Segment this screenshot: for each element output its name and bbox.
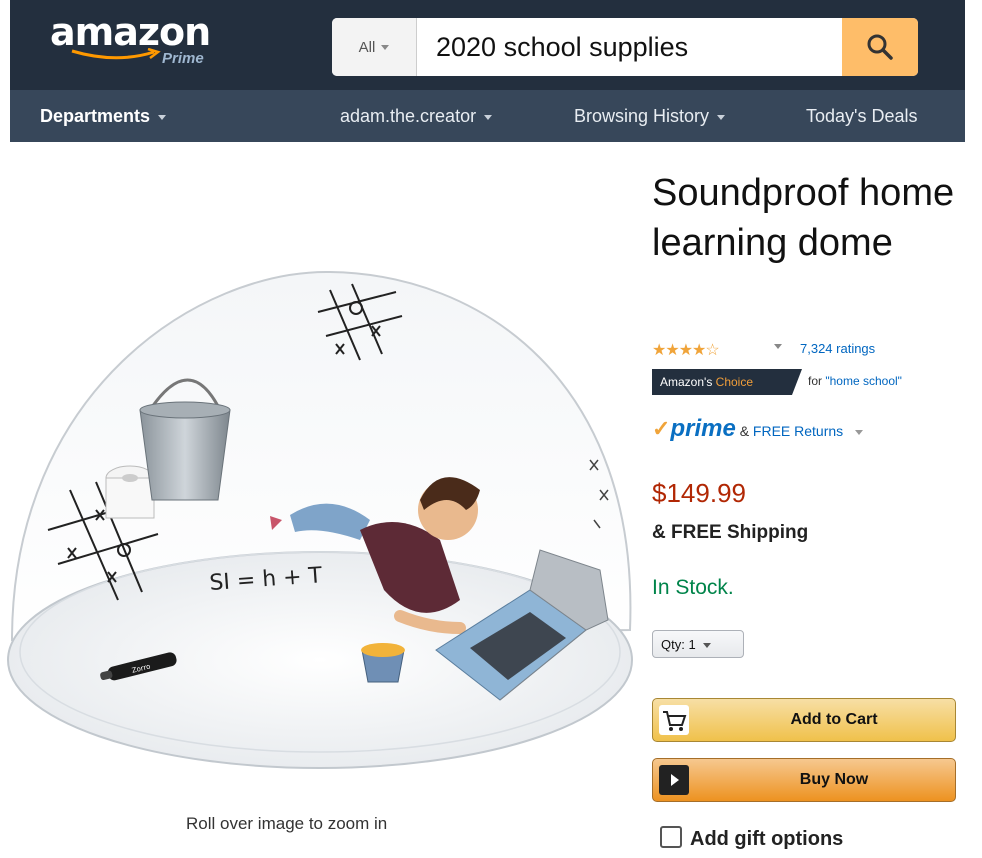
chevron-down-icon[interactable] xyxy=(774,344,782,349)
dome-illustration: SI = h + T Zorro xyxy=(7,270,633,769)
badge-for-text: for xyxy=(808,374,823,388)
chevron-down-icon xyxy=(703,643,712,649)
header-bar: amazon Prime All xyxy=(10,0,965,90)
buy-now-button[interactable]: Buy Now xyxy=(652,758,956,802)
free-returns-link: FREE Returns xyxy=(752,423,844,439)
nav-bar: Departments adam.the.creator Browsing Hi… xyxy=(10,90,965,142)
chevron-down-icon xyxy=(855,429,864,435)
product-price: $149.99 xyxy=(652,478,746,508)
gift-options-checkbox[interactable]: Add gift options xyxy=(660,826,843,851)
chevron-down-icon xyxy=(717,114,726,120)
prime-check-icon: ✓ xyxy=(652,416,671,441)
chevron-down-icon xyxy=(381,44,390,50)
badge-for-keyword: for "home school" xyxy=(808,374,902,388)
badge-tail xyxy=(792,369,802,395)
checkbox-icon[interactable] xyxy=(660,826,682,848)
search-icon xyxy=(867,34,893,60)
badge-prefix: Amazon's xyxy=(660,375,713,389)
gift-options-label: Add gift options xyxy=(690,828,844,850)
add-to-cart-label: Add to Cart xyxy=(790,711,878,728)
free-shipping: & FREE Shipping xyxy=(652,522,809,543)
zoom-hint: Roll over image to zoom in xyxy=(186,814,388,833)
search-button[interactable] xyxy=(842,18,918,76)
prime-amp: & xyxy=(739,423,750,439)
star-icon: ★★★★ xyxy=(652,342,706,359)
badge-keyword-link[interactable]: "home school" xyxy=(825,374,902,388)
search-category-dropdown[interactable]: All xyxy=(332,18,417,76)
nav-history-label: Browsing History xyxy=(574,106,710,126)
smile-arrow-icon xyxy=(71,48,161,60)
ratings-count-link[interactable]: 7,324 ratings xyxy=(800,341,875,356)
nav-departments[interactable]: Departments xyxy=(40,90,167,142)
nav-deals-label: Today's Deals xyxy=(806,106,918,126)
amazon-logo[interactable]: amazon Prime xyxy=(50,10,211,67)
chevron-down-icon xyxy=(484,114,493,120)
cart-icon xyxy=(659,705,689,735)
nav-browsing-history[interactable]: Browsing History xyxy=(574,90,726,142)
nav-departments-label: Departments xyxy=(40,106,151,126)
nav-account-label: adam.the.creator xyxy=(340,106,477,126)
quantity-select[interactable]: Qty: 1 xyxy=(652,630,744,658)
nav-account[interactable]: adam.the.creator xyxy=(340,90,493,142)
half-star-icon: ☆ xyxy=(705,342,719,359)
product-image[interactable]: SI = h + T Zorro xyxy=(0,160,640,800)
add-to-cart-button[interactable]: Add to Cart xyxy=(652,698,956,742)
prime-logo: prime xyxy=(670,415,736,442)
play-icon xyxy=(659,765,689,795)
prime-returns[interactable]: ✓prime & FREE Returns xyxy=(652,415,864,443)
availability-status: In Stock. xyxy=(652,576,734,599)
qty-label: Qty: xyxy=(661,637,685,652)
star-rating[interactable]: ★★★★☆ xyxy=(652,340,720,360)
badge-choice: Choice xyxy=(715,375,754,389)
buy-now-label: Buy Now xyxy=(799,771,869,788)
nav-todays-deals[interactable]: Today's Deals xyxy=(806,90,918,142)
search-category-label: All xyxy=(358,38,376,56)
logo-prime-label: Prime xyxy=(162,50,204,67)
search-bar: All xyxy=(332,18,918,76)
search-input[interactable] xyxy=(436,18,836,76)
amazons-choice-badge: Amazon's Choice xyxy=(652,369,792,395)
chevron-down-icon xyxy=(158,114,167,120)
qty-value: 1 xyxy=(688,637,696,652)
product-title: Soundproof home learning dome xyxy=(652,172,955,264)
